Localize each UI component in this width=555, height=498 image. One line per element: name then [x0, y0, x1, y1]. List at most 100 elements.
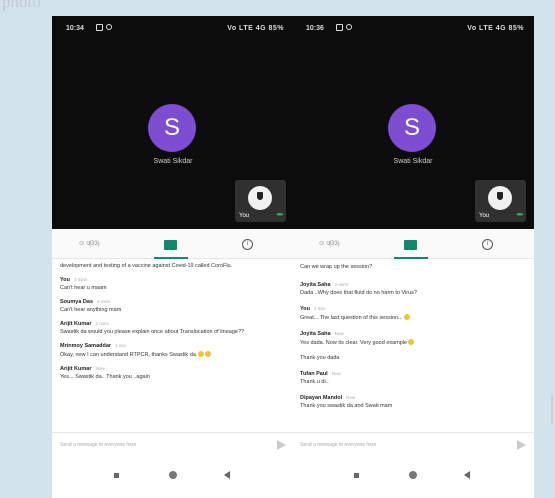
home-icon[interactable] [169, 471, 177, 479]
emoji-icon [198, 351, 205, 357]
active-tab-indicator [154, 257, 188, 259]
android-nav-bar [292, 458, 534, 498]
recents-icon[interactable] [354, 473, 359, 478]
message-time: 2 mins [95, 321, 109, 326]
message-text: Yes... Swastik da.. Thank you ..again [60, 374, 150, 380]
participant-name: Swati Sikdar [153, 158, 193, 165]
status-signal-battery: Vo LTE 4G 85% [227, 25, 284, 32]
self-view-tile[interactable]: You ••• [235, 180, 286, 222]
meet-screenshot-right: 10:36 Vo LTE 4G 85% S Swati Sikdar You •… [292, 16, 534, 498]
participant-avatar[interactable]: S [148, 104, 196, 152]
back-icon[interactable] [224, 471, 230, 479]
message-text: Can't hear u maam [60, 285, 107, 291]
chat-message: Tufan Paul Now Thank u di.. [300, 370, 526, 386]
message-time: Now [334, 331, 344, 336]
status-icons [96, 24, 112, 31]
chat-message: Joyita Saha 2 mins Dada ..Why does that f… [300, 281, 526, 297]
chat-message-list[interactable]: development and testing of a vaccine aga… [52, 260, 294, 432]
message-sender: Soumya Das [60, 299, 94, 305]
android-nav-bar [52, 458, 294, 498]
video-area: 10:36 Vo LTE 4G 85% S Swati Sikdar You •… [292, 16, 534, 229]
chat-message: Arijit Kumar 2 mins Swastik da would you … [60, 320, 286, 336]
meeting-tabs: ☺☺ (33) i [52, 229, 294, 259]
message-sender: You [300, 306, 310, 312]
send-icon[interactable] [277, 440, 286, 450]
tab-info[interactable]: i [217, 229, 277, 259]
meeting-tabs: ☺☺ (33) i [292, 229, 534, 259]
back-icon[interactable] [464, 471, 470, 479]
pin-icon[interactable] [488, 186, 512, 210]
message-sender: Arijit Kumar [60, 321, 92, 327]
message-input-bar[interactable]: Send a message to everyone here [52, 432, 294, 458]
tab-chat[interactable] [382, 229, 442, 259]
message-input[interactable]: Send a message to everyone here [300, 442, 376, 448]
message-text: Okay, now I can understand RTPCR, thanks… [60, 352, 198, 358]
message-sender: Dipayan Mandol [300, 395, 343, 401]
message-sender: Mrinmoy Samaddar [60, 343, 112, 349]
participant-name: Swati Sikdar [393, 158, 433, 165]
chat-message-text: development and testing of a vaccine aga… [60, 263, 233, 269]
message-time: 1 min [313, 306, 325, 311]
tab-chat[interactable] [142, 229, 202, 259]
chat-message: Arijit Kumar Now Yes... Swastik da.. Than… [60, 365, 286, 381]
gallery-notification-icon [96, 24, 103, 31]
tab-people[interactable]: ☺☺ (33) [308, 229, 368, 259]
info-icon: i [482, 239, 493, 250]
status-bar: 10:36 Vo LTE 4G 85% [306, 23, 524, 37]
chat-message: You 3 mins Can't hear u maam [60, 276, 286, 292]
chat-icon [164, 240, 177, 250]
chat-message-list[interactable]: Can we wrap up the session? Joyita Saha 2… [292, 260, 534, 432]
message-time: Now [95, 366, 105, 371]
emoji-icon [408, 339, 415, 345]
chat-message-text: Can we wrap up the session? [300, 264, 373, 270]
app-notification-icon [346, 24, 352, 30]
message-input-bar[interactable]: Send a message to everyone here [292, 432, 534, 458]
message-text: Yes dada. Now its clear. Very good examp… [300, 340, 408, 346]
status-time: 10:36 [306, 25, 324, 32]
send-icon[interactable] [517, 440, 526, 450]
pin-icon[interactable] [248, 186, 272, 210]
photo-caption: photo [2, 0, 41, 11]
tab-people[interactable]: ☺☺ (33) [68, 229, 128, 259]
status-icons [336, 24, 352, 31]
message-text: Swastik da would you please explain once… [60, 329, 245, 335]
chat-icon [404, 240, 417, 250]
app-notification-icon [106, 24, 112, 30]
message-text: Thank u di.. [300, 379, 329, 385]
recents-icon[interactable] [114, 473, 119, 478]
self-label: You [239, 213, 250, 219]
more-options-icon[interactable]: ••• [277, 210, 283, 219]
chat-message: You 1 min Great... The last question of t… [300, 305, 526, 322]
message-text: Dada ..Why does that fluid do no harm to… [300, 290, 417, 296]
people-count: (33) [329, 241, 340, 247]
status-bar: 10:34 Vo LTE 4G 85% [66, 23, 284, 37]
message-sender: Joyita Saha [300, 331, 331, 337]
active-tab-indicator [394, 257, 428, 259]
emoji-icon [403, 314, 410, 320]
status-time: 10:34 [66, 25, 84, 32]
message-text: Thank you swastik da and Swati mam [300, 403, 393, 409]
page-scrollbar[interactable] [551, 395, 553, 425]
self-label: You [479, 213, 490, 219]
meet-screenshot-left: 10:34 Vo LTE 4G 85% S Swati Sikdar You •… [52, 16, 294, 498]
self-view-tile[interactable]: You ••• [475, 180, 526, 222]
message-sender: You [60, 277, 70, 283]
message-sender: Tufan Paul [300, 371, 328, 377]
more-options-icon[interactable]: ••• [517, 210, 523, 219]
message-time: Now [331, 371, 341, 376]
chat-message: Dipayan Mandol Now Thank you swastik da a… [300, 394, 526, 410]
home-icon[interactable] [409, 471, 417, 479]
participant-avatar[interactable]: S [388, 104, 436, 152]
tab-info[interactable]: i [457, 229, 517, 259]
message-text: Great... The last question of this sessi… [300, 315, 403, 321]
emoji-icon [205, 351, 212, 357]
message-time: Now [346, 395, 356, 400]
message-text: Can't hear anything mam [60, 307, 122, 313]
info-icon: i [242, 239, 253, 250]
chat-message: Joyita Saha Now Yes dada. Now its clear. … [300, 330, 526, 347]
message-input[interactable]: Send a message to everyone here [60, 442, 136, 448]
gallery-notification-icon [336, 24, 343, 31]
chat-message-text: Thank you dada [300, 355, 340, 361]
message-sender: Joyita Saha [300, 282, 331, 288]
message-time: 3 mins [97, 299, 111, 304]
